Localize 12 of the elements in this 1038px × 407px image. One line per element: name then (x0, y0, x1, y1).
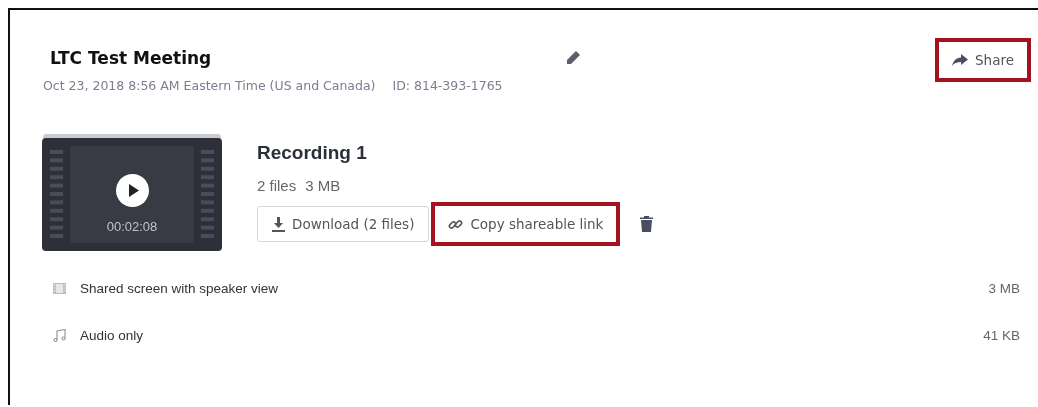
download-button[interactable]: Download (2 files) (257, 206, 430, 242)
file-name: Audio only (80, 328, 145, 343)
video-duration: 00:02:08 (105, 219, 159, 234)
meeting-id: ID: 814-393-1765 (392, 78, 503, 93)
file-name: Shared screen with speaker view (80, 281, 280, 296)
file-size: 3 MB (988, 281, 1020, 296)
recording-size: 3 MB (305, 177, 341, 194)
recording-title: Recording 1 (257, 142, 368, 164)
meeting-title: LTC Test Meeting (50, 48, 213, 68)
file-count: 2 files (257, 177, 297, 194)
file-size: 41 KB (983, 328, 1020, 343)
meeting-date: Oct 23, 2018 8:56 AM Eastern Time (US and Canada) (43, 78, 376, 93)
